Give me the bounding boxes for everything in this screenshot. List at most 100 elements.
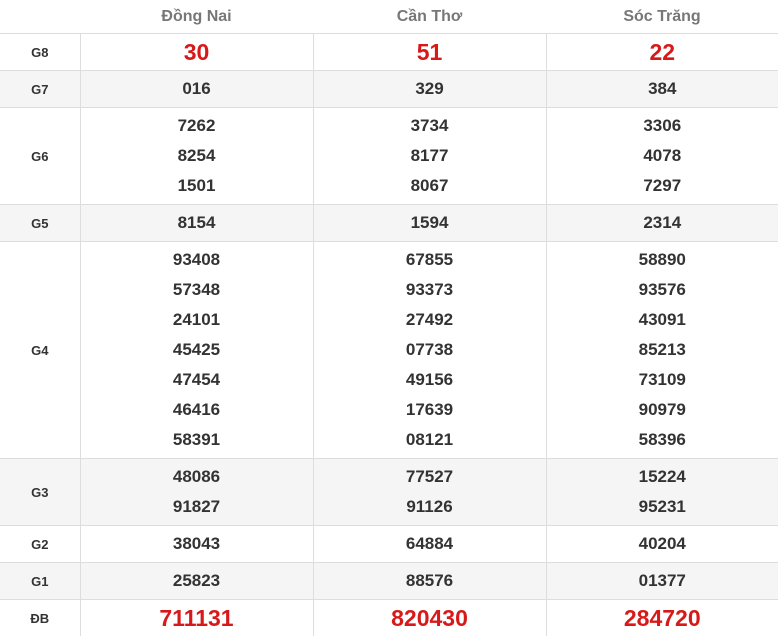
- prize-cell-dong-nai: 38043: [80, 526, 313, 563]
- prize-number[interactable]: 38043: [81, 529, 313, 559]
- prize-number[interactable]: 384: [547, 74, 778, 104]
- prize-number[interactable]: 93576: [547, 275, 778, 305]
- prize-number[interactable]: 51: [314, 34, 546, 70]
- column-header-dong-nai[interactable]: Đồng Nai: [80, 0, 313, 34]
- prize-cell-can-tho: 329: [313, 71, 546, 108]
- prize-number[interactable]: 58396: [547, 425, 778, 455]
- prize-label: G2: [0, 526, 80, 563]
- prize-number[interactable]: 47454: [81, 365, 313, 395]
- lottery-results-table: Đồng Nai Cần Thơ Sóc Trăng G8305122G7016…: [0, 0, 778, 636]
- prize-cell-soc-trang: 58890935764309185213731099097958396: [546, 242, 778, 459]
- prize-cell-soc-trang: 40204: [546, 526, 778, 563]
- prize-number[interactable]: 90979: [547, 395, 778, 425]
- prize-number[interactable]: 58890: [547, 245, 778, 275]
- prize-label: G4: [0, 242, 80, 459]
- prize-number[interactable]: 8067: [314, 171, 546, 201]
- prize-number[interactable]: 67855: [314, 245, 546, 275]
- prize-number[interactable]: 91126: [314, 492, 546, 522]
- prize-number[interactable]: 284720: [547, 600, 778, 636]
- prize-number[interactable]: 711131: [81, 600, 313, 636]
- prize-number[interactable]: 8254: [81, 141, 313, 171]
- prize-number[interactable]: 85213: [547, 335, 778, 365]
- prize-label: G5: [0, 205, 80, 242]
- prize-cell-can-tho: 51: [313, 34, 546, 71]
- prize-number[interactable]: 4078: [547, 141, 778, 171]
- prize-cell-dong-nai: 30: [80, 34, 313, 71]
- column-header-soc-trang[interactable]: Sóc Trăng: [546, 0, 778, 34]
- prize-row: G3480869182777527911261522495231: [0, 459, 778, 526]
- prize-cell-can-tho: 7752791126: [313, 459, 546, 526]
- prize-row: G2380436488440204: [0, 526, 778, 563]
- prize-number[interactable]: 7297: [547, 171, 778, 201]
- prize-row: G5815415942314: [0, 205, 778, 242]
- prize-number[interactable]: 15224: [547, 462, 778, 492]
- prize-cell-dong-nai: 711131: [80, 600, 313, 636]
- prize-cell-dong-nai: 8154: [80, 205, 313, 242]
- prize-cell-soc-trang: 384: [546, 71, 778, 108]
- prize-number[interactable]: 27492: [314, 305, 546, 335]
- column-header-can-tho[interactable]: Cần Thơ: [313, 0, 546, 34]
- prize-cell-soc-trang: 01377: [546, 563, 778, 600]
- prize-number[interactable]: 1501: [81, 171, 313, 201]
- prize-number[interactable]: 58391: [81, 425, 313, 455]
- prize-number[interactable]: 73109: [547, 365, 778, 395]
- prize-number[interactable]: 43091: [547, 305, 778, 335]
- prize-number[interactable]: 49156: [314, 365, 546, 395]
- prize-label: G8: [0, 34, 80, 71]
- prize-row: G7016329384: [0, 71, 778, 108]
- prize-number[interactable]: 57348: [81, 275, 313, 305]
- prize-number[interactable]: 820430: [314, 600, 546, 636]
- prize-row: G8305122: [0, 34, 778, 71]
- prize-number[interactable]: 46416: [81, 395, 313, 425]
- prize-number[interactable]: 17639: [314, 395, 546, 425]
- prize-number[interactable]: 91827: [81, 492, 313, 522]
- prize-number[interactable]: 7262: [81, 111, 313, 141]
- prize-number[interactable]: 93408: [81, 245, 313, 275]
- prize-row: G493408573482410145425474544641658391678…: [0, 242, 778, 459]
- prize-number[interactable]: 2314: [547, 208, 778, 238]
- results-body: G8305122G7016329384G67262825415013734817…: [0, 34, 778, 636]
- prize-cell-can-tho: 820430: [313, 600, 546, 636]
- prize-number[interactable]: 3734: [314, 111, 546, 141]
- prize-number[interactable]: 8154: [81, 208, 313, 238]
- prize-cell-soc-trang: 330640787297: [546, 108, 778, 205]
- prize-number[interactable]: 40204: [547, 529, 778, 559]
- prize-number[interactable]: 93373: [314, 275, 546, 305]
- prize-number[interactable]: 016: [81, 74, 313, 104]
- prize-cell-dong-nai: 93408573482410145425474544641658391: [80, 242, 313, 459]
- prize-number[interactable]: 25823: [81, 566, 313, 596]
- prize-label: G6: [0, 108, 80, 205]
- prize-number[interactable]: 45425: [81, 335, 313, 365]
- prize-cell-can-tho: 88576: [313, 563, 546, 600]
- prize-label: ĐB: [0, 600, 80, 636]
- prize-row: ĐB711131820430284720: [0, 600, 778, 636]
- prize-cell-soc-trang: 1522495231: [546, 459, 778, 526]
- prize-cell-dong-nai: 726282541501: [80, 108, 313, 205]
- prize-number[interactable]: 48086: [81, 462, 313, 492]
- header-corner: [0, 0, 80, 34]
- prize-cell-can-tho: 64884: [313, 526, 546, 563]
- prize-cell-dong-nai: 016: [80, 71, 313, 108]
- prize-number[interactable]: 64884: [314, 529, 546, 559]
- prize-cell-dong-nai: 25823: [80, 563, 313, 600]
- prize-number[interactable]: 22: [547, 34, 778, 70]
- prize-cell-soc-trang: 2314: [546, 205, 778, 242]
- prize-number[interactable]: 88576: [314, 566, 546, 596]
- prize-number[interactable]: 08121: [314, 425, 546, 455]
- prize-number[interactable]: 329: [314, 74, 546, 104]
- prize-cell-can-tho: 373481778067: [313, 108, 546, 205]
- prize-number[interactable]: 3306: [547, 111, 778, 141]
- prize-number[interactable]: 01377: [547, 566, 778, 596]
- prize-number[interactable]: 30: [81, 34, 313, 70]
- prize-cell-can-tho: 1594: [313, 205, 546, 242]
- prize-number[interactable]: 07738: [314, 335, 546, 365]
- prize-number[interactable]: 1594: [314, 208, 546, 238]
- prize-cell-can-tho: 67855933732749207738491561763908121: [313, 242, 546, 459]
- prize-label: G1: [0, 563, 80, 600]
- prize-number[interactable]: 8177: [314, 141, 546, 171]
- prize-label: G7: [0, 71, 80, 108]
- prize-number[interactable]: 24101: [81, 305, 313, 335]
- prize-row: G6726282541501373481778067330640787297: [0, 108, 778, 205]
- prize-number[interactable]: 77527: [314, 462, 546, 492]
- prize-number[interactable]: 95231: [547, 492, 778, 522]
